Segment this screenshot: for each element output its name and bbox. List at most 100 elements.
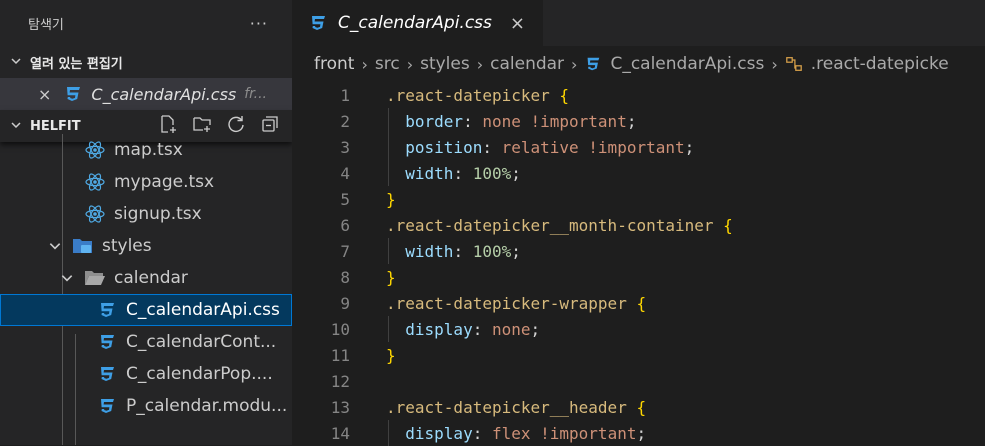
- code-line: 2 border: none !important;: [292, 108, 985, 134]
- open-editors-header[interactable]: 열려 있는 편집기: [0, 46, 292, 78]
- more-actions-button[interactable]: ···: [250, 14, 268, 33]
- css-file-icon: [96, 363, 118, 385]
- css-property: border: [405, 111, 464, 131]
- line-number: 1: [340, 85, 350, 105]
- css-selector: .react-datepicker__month-container: [386, 215, 714, 235]
- chevron-down-icon: [58, 271, 76, 285]
- chevron-right-icon: ›: [571, 54, 578, 74]
- css-value: none: [491, 319, 531, 339]
- chevron-right-icon: ›: [361, 54, 368, 74]
- tree-item-map[interactable]: map.tsx: [0, 134, 292, 166]
- react-icon: [84, 203, 106, 225]
- chevron-down-icon: [8, 55, 24, 70]
- css-file-icon: [584, 55, 602, 73]
- css-file-icon: [308, 13, 328, 33]
- chevron-right-icon: ›: [406, 54, 414, 74]
- line-number: 10: [330, 319, 350, 339]
- tree-item-label: C_calendarPop....: [126, 364, 273, 384]
- code-line: 9 .react-datepicker-wrapper {: [292, 290, 985, 316]
- tab-bar: C_calendarApi.css ×: [292, 0, 985, 46]
- css-property: width: [405, 163, 454, 183]
- css-file-icon: [63, 84, 83, 104]
- line-number: 11: [330, 345, 350, 365]
- tree-item-signup[interactable]: signup.tsx: [0, 198, 292, 230]
- selector-symbol-icon: [785, 55, 803, 73]
- editor-area: C_calendarApi.css × front › src › styles…: [292, 0, 985, 446]
- line-number: 2: [340, 111, 350, 131]
- tree-folder-calendar[interactable]: calendar: [0, 262, 292, 294]
- close-icon[interactable]: ×: [38, 85, 51, 104]
- breadcrumb-item[interactable]: C_calendarApi.css: [610, 54, 764, 74]
- css-selector: .react-datepicker__header: [386, 397, 627, 417]
- code-line: 14 display: flex !important;: [292, 420, 985, 446]
- explorer-title: 탐색기: [28, 17, 64, 33]
- css-property: display: [405, 319, 473, 339]
- code-editor[interactable]: 1 .react-datepicker { 2 border: none !im…: [292, 82, 985, 446]
- line-number: 6: [340, 215, 350, 235]
- chevron-down-icon: [8, 119, 24, 134]
- css-value: flex !important: [491, 423, 637, 443]
- breadcrumb-item[interactable]: .react-datepicke: [811, 54, 949, 74]
- tab-c-calendarapi[interactable]: C_calendarApi.css ×: [292, 0, 543, 46]
- project-label: HELFIT: [30, 118, 81, 134]
- code-line: 12: [292, 368, 985, 394]
- tree-item-label: signup.tsx: [114, 204, 202, 224]
- code-line: 10 display: none;: [292, 316, 985, 342]
- line-number: 9: [340, 293, 350, 313]
- chevron-right-icon: ›: [771, 54, 778, 74]
- line-number: 4: [340, 163, 350, 183]
- explorer-sidebar: 탐색기 ··· 열려 있는 편집기 × C_calendarApi.css fr…: [0, 0, 292, 445]
- chevron-right-icon: ›: [476, 54, 484, 74]
- tree-item-label: C_calendarApi.css: [126, 300, 280, 320]
- code-line: 3 position: relative !important;: [292, 134, 985, 160]
- folder-open-icon: [84, 267, 106, 289]
- line-number: 14: [330, 423, 350, 443]
- tree-item-label: map.tsx: [114, 140, 183, 160]
- line-number: 5: [340, 189, 350, 209]
- code-line: 8 }: [292, 264, 985, 290]
- tree-item-label: P_calendar.modu...: [126, 396, 288, 416]
- code-line: 11 }: [292, 342, 985, 368]
- css-property: display: [405, 423, 473, 443]
- css-property: width: [405, 241, 454, 261]
- line-number: 13: [330, 397, 350, 417]
- css-value: relative !important: [501, 137, 685, 157]
- tree-folder-styles[interactable]: styles: [0, 230, 292, 262]
- chevron-down-icon: [46, 239, 64, 253]
- css-file-icon: [96, 395, 118, 417]
- code-line: 6 .react-datepicker__month-container {: [292, 212, 985, 238]
- breadcrumb-item[interactable]: calendar: [490, 54, 564, 74]
- css-selector: .react-datepicker: [386, 85, 550, 105]
- code-line: 7 width: 100%;: [292, 238, 985, 264]
- tree-item-label: styles: [102, 236, 152, 256]
- close-icon[interactable]: ×: [510, 13, 525, 34]
- css-file-icon: [96, 331, 118, 353]
- tree-item-c-calendarcont[interactable]: C_calendarCont...: [0, 326, 292, 358]
- explorer-header: 탐색기 ···: [0, 0, 292, 46]
- breadcrumb-item[interactable]: src: [375, 54, 400, 74]
- open-editor-item[interactable]: × C_calendarApi.css fr...: [0, 78, 292, 110]
- line-number: 12: [330, 371, 350, 391]
- tree-item-c-calendarapi[interactable]: C_calendarApi.css: [0, 294, 292, 326]
- breadcrumb-item[interactable]: styles: [420, 54, 470, 74]
- line-number: 8: [340, 267, 350, 287]
- breadcrumb: front › src › styles › calendar › C_cale…: [292, 46, 985, 82]
- tree-item-mypage[interactable]: mypage.tsx: [0, 166, 292, 198]
- css-value: none !important: [482, 111, 627, 131]
- styles-folder-icon: [72, 235, 94, 257]
- tree-item-label: calendar: [114, 268, 188, 288]
- tree-item-p-calendar[interactable]: P_calendar.modu...: [0, 390, 292, 422]
- code-line: 13 .react-datepicker__header {: [292, 394, 985, 420]
- open-editors-label: 열려 있는 편집기: [30, 56, 123, 72]
- css-file-icon: [96, 299, 118, 321]
- breadcrumb-item[interactable]: front: [314, 54, 354, 74]
- react-icon: [84, 171, 106, 193]
- tree-item-c-calendarpop[interactable]: C_calendarPop....: [0, 358, 292, 390]
- tab-label: C_calendarApi.css: [338, 13, 492, 33]
- css-value: 100%: [472, 163, 512, 183]
- css-value: 100%: [472, 241, 512, 261]
- line-number: 7: [340, 241, 350, 261]
- code-line: 5 }: [292, 186, 985, 212]
- open-editor-path: fr...: [244, 86, 267, 102]
- react-icon: [84, 139, 106, 161]
